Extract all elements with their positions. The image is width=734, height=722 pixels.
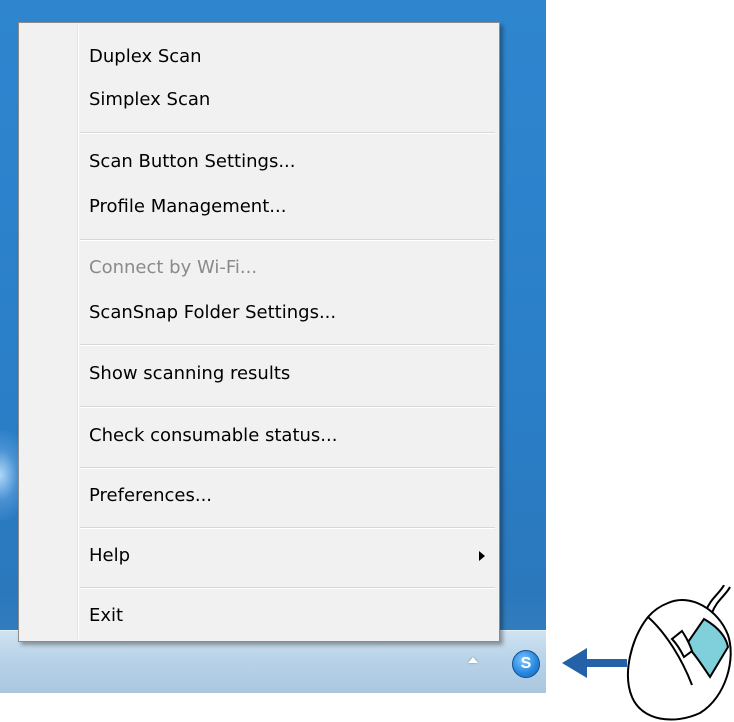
menu-item-exit[interactable]: Exit [21, 596, 497, 636]
scansnap-context-menu: Duplex Scan Simplex Scan Scan Button Set… [18, 22, 500, 642]
menu-separator [80, 527, 495, 529]
menu-item-preferences[interactable]: Preferences... [21, 476, 497, 516]
menu-item-show-scanning-results[interactable]: Show scanning results [21, 354, 497, 394]
menu-item-connect-wifi: Connect by Wi-Fi... [89, 257, 258, 278]
mouse-right-click-icon [627, 585, 732, 721]
menu-item-duplex-scan[interactable]: Duplex Scan [21, 37, 497, 77]
menu-item-check-consumable-status[interactable]: Check consumable status... [21, 416, 497, 456]
show-hidden-icons-arrow-icon[interactable] [468, 657, 478, 663]
menu-item-help-label: Help [89, 545, 131, 566]
menu-separator [80, 132, 495, 134]
scansnap-manager-tray-icon[interactable]: S [512, 650, 540, 678]
menu-separator [80, 239, 495, 241]
pointer-arrow-head-icon [562, 648, 587, 678]
menu-item-scan-button-settings[interactable]: Scan Button Settings... [21, 142, 497, 182]
menu-item-profile-management[interactable]: Profile Management... [21, 187, 497, 227]
menu-item-help[interactable]: Help [21, 536, 497, 576]
menu-item-simplex-scan[interactable]: Simplex Scan [21, 80, 497, 120]
menu-separator [80, 406, 495, 408]
menu-separator [80, 467, 495, 469]
menu-separator [80, 587, 495, 589]
menu-separator [80, 344, 495, 346]
menu-item-scansnap-folder-settings[interactable]: ScanSnap Folder Settings... [21, 293, 497, 333]
submenu-arrow-icon [479, 551, 485, 561]
